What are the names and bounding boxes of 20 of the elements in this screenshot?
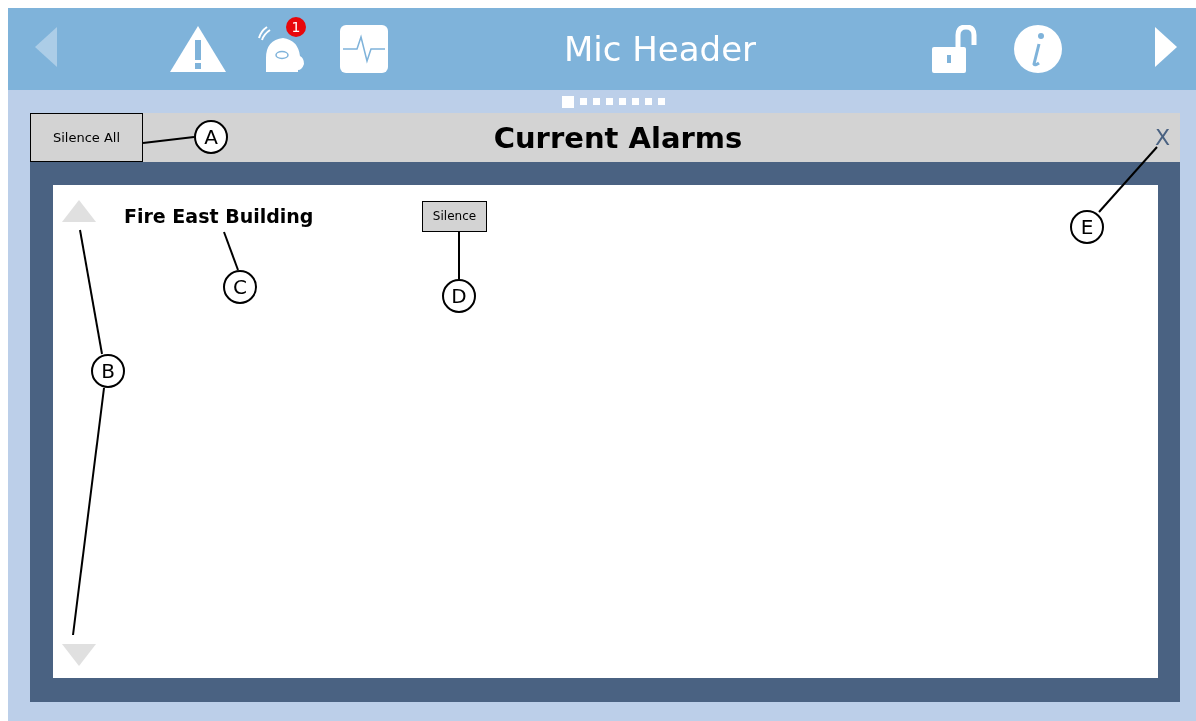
callout-label: D — [442, 279, 476, 313]
callout-label: C — [223, 270, 257, 304]
info-icon[interactable] — [1013, 24, 1063, 74]
callout-label: B — [91, 354, 125, 388]
leader-line — [142, 136, 195, 144]
silence-button[interactable]: Silence — [422, 200, 487, 232]
callout-label: E — [1070, 210, 1104, 244]
silence-all-button[interactable]: Silence All — [30, 113, 143, 162]
leader-line — [1098, 146, 1158, 213]
leader-line — [458, 231, 460, 280]
forward-arrow-icon[interactable] — [1155, 27, 1177, 67]
panel-title: Current Alarms — [493, 120, 743, 155]
header-title: Mic Header — [562, 29, 758, 69]
alarm-name: Fire East Building — [124, 205, 315, 227]
leader-line — [223, 231, 239, 271]
pulse-icon[interactable] — [340, 25, 388, 73]
warning-icon[interactable] — [170, 26, 226, 72]
callout-label: A — [194, 120, 228, 154]
notification-badge: 1 — [286, 17, 306, 37]
close-button[interactable]: X — [1152, 125, 1172, 150]
